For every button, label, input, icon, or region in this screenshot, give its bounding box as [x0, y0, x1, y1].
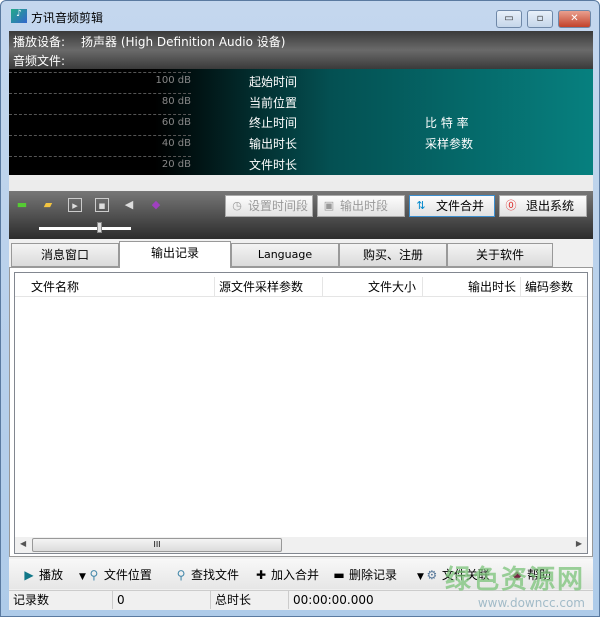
file-location-button[interactable]: ▼ ⚲ 文件位置 [79, 566, 152, 583]
close-button[interactable]: ✕ [558, 10, 591, 28]
db-level: 40 dB [9, 135, 191, 149]
client-area: 播放设备: 扬声器 (High Definition Audio 设备) 音频文… [9, 31, 593, 610]
current-position-label: 当前位置 [249, 96, 298, 110]
magnifier-icon: ⚲ [89, 568, 99, 582]
delete-record-button[interactable]: ▬ 删除记录 [331, 566, 397, 583]
info-panel: 播放设备: 扬声器 (High Definition Audio 设备) 音频文… [9, 31, 593, 69]
scroll-thumb[interactable]: III [32, 538, 282, 552]
total-duration-label: 总时长 [211, 591, 289, 609]
column-output-duration[interactable]: 输出时长 [423, 277, 521, 297]
button-label: 输出时段 [340, 199, 389, 213]
watermark-url: www.downcc.com [477, 596, 585, 610]
device-label: 播放设备: [13, 35, 66, 49]
dropdown-icon: ▼ [417, 572, 424, 582]
volume-icon[interactable]: ◀ [122, 198, 136, 212]
minimize-button[interactable]: ▭ [496, 10, 522, 28]
magnifier-icon: ⚲ [176, 568, 186, 582]
output-records-panel: 文件名称 源文件采样参数 文件大小 输出时长 编码参数 ◀ III ▶ [9, 267, 593, 557]
record-count-value: 0 [113, 591, 211, 609]
column-source-params[interactable]: 源文件采样参数 [215, 277, 323, 297]
play-icon: ▶ [24, 568, 34, 582]
window-title: 方讯音频剪辑 [31, 11, 104, 25]
app-icon: ♪ [11, 9, 27, 23]
tab-about[interactable]: 关于软件 [447, 243, 553, 267]
maximize-button[interactable]: ▫ [527, 10, 553, 28]
column-file-size[interactable]: 文件大小 [323, 277, 423, 297]
separator [9, 175, 593, 191]
end-time-label: 终止时间 [249, 116, 298, 130]
play-icon[interactable]: ▸ [68, 198, 82, 212]
button-label: 文件位置 [103, 568, 152, 582]
button-label: 播放 [39, 568, 64, 582]
folder-open-icon[interactable]: ▰ [41, 198, 55, 212]
button-label: 删除记录 [349, 568, 398, 582]
scroll-right-icon[interactable]: ▶ [576, 539, 582, 548]
button-label: 设置时间段 [248, 199, 309, 213]
tab-bar: 消息窗口 输出记录 Language 购买、注册 关于软件 [9, 241, 593, 268]
slider-thumb[interactable] [96, 222, 102, 233]
button-label: 退出系统 [526, 199, 575, 213]
stop-icon[interactable]: ▪ [95, 198, 109, 212]
file-merge-button[interactable]: ⇅ 文件合并 [409, 195, 495, 217]
button-label: 加入合并 [271, 568, 320, 582]
file-duration-label: 文件时长 [249, 158, 298, 172]
db-level: 60 dB [9, 114, 191, 128]
db-level: 20 dB [9, 156, 191, 170]
db-level: 80 dB [9, 93, 191, 107]
watermark: 绿色资源网 www.downcc.com [445, 559, 585, 610]
horizontal-scrollbar[interactable]: ◀ III ▶ [15, 537, 587, 553]
output-duration-label: 输出时长 [249, 137, 298, 151]
gear-icon: ⚙ [426, 568, 438, 582]
output-segment-button[interactable]: ▣ 输出时段 [317, 195, 405, 217]
dropdown-icon: ▼ [79, 572, 86, 582]
record-count-label: 记录数 [9, 591, 113, 609]
sound-card-icon[interactable]: ▬ [15, 198, 29, 212]
book-icon[interactable]: ◆ [149, 198, 163, 212]
bitrate-label: 比 特 率 [425, 116, 469, 130]
file-label: 音频文件: [13, 54, 66, 68]
column-file-name[interactable]: 文件名称 [15, 277, 215, 297]
exit-button[interactable]: ⓪ 退出系统 [499, 195, 587, 217]
minus-icon: ▬ [333, 568, 345, 582]
volume-slider[interactable] [39, 222, 131, 233]
column-encoding-params[interactable]: 编码参数 [521, 277, 587, 297]
title-bar[interactable]: ♪ 方讯音频剪辑 ▭ ▫ ✕ [1, 1, 599, 30]
tab-messages[interactable]: 消息窗口 [11, 243, 119, 267]
play-button[interactable]: ▶ 播放 [21, 566, 63, 583]
sample-params-label: 采样参数 [425, 137, 474, 151]
find-file-button[interactable]: ⚲ 查找文件 [173, 566, 239, 583]
toolbar: ▬ ▰ ▸ ▪ ◀ ◆ ◷ 设置时间段 ▣ 输出时段 ⇅ 文件合并 ⓪ 退出系统 [9, 191, 593, 239]
tab-output-records[interactable]: 输出记录 [119, 241, 231, 268]
button-label: 文件合并 [436, 199, 485, 213]
start-time-label: 起始时间 [249, 75, 298, 89]
save-icon: ▣ [323, 199, 335, 212]
plus-icon: ✚ [255, 568, 267, 582]
tab-purchase-register[interactable]: 购买、注册 [339, 243, 447, 267]
list-header: 文件名称 源文件采样参数 文件大小 输出时长 编码参数 [15, 277, 587, 297]
set-time-segment-button[interactable]: ◷ 设置时间段 [225, 195, 313, 217]
tab-language[interactable]: Language [231, 243, 339, 267]
power-icon: ⓪ [505, 199, 517, 212]
app-window: ♪ 方讯音频剪辑 ▭ ▫ ✕ 播放设备: 扬声器 (High Definitio… [0, 0, 600, 617]
merge-icon: ⇅ [416, 199, 426, 212]
db-level: 100 dB [9, 72, 191, 86]
watermark-text: 绿色资源网 [444, 565, 585, 595]
button-label: 查找文件 [191, 568, 240, 582]
level-meter-panel: 100 dB 80 dB 60 dB 40 dB 20 dB 起始时间 当前位置… [9, 69, 593, 175]
device-value: 扬声器 (High Definition Audio 设备) [81, 35, 286, 49]
clock-icon: ◷ [232, 199, 242, 212]
records-list[interactable]: 文件名称 源文件采样参数 文件大小 输出时长 编码参数 ◀ III ▶ [14, 272, 588, 554]
scroll-left-icon[interactable]: ◀ [20, 539, 26, 548]
add-to-merge-button[interactable]: ✚ 加入合并 [253, 566, 319, 583]
